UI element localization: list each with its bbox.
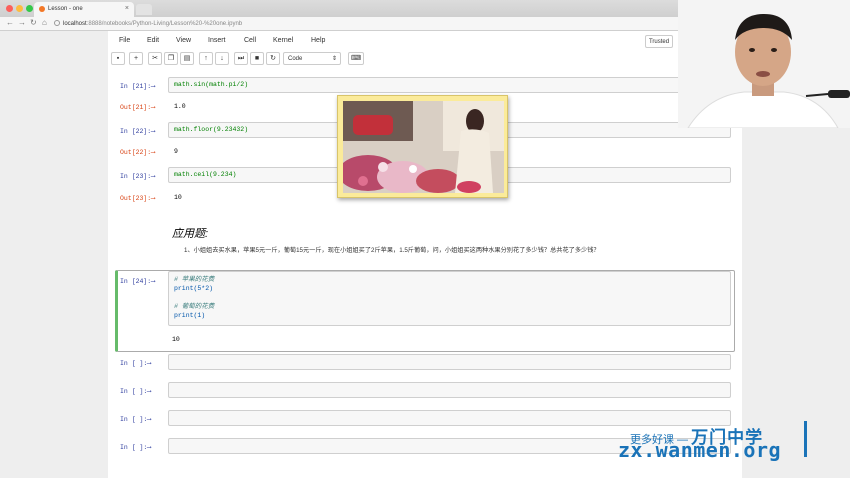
reload-icon[interactable]: ↻ [30, 18, 37, 27]
menu-help[interactable]: Help [311, 37, 325, 44]
paste-icon[interactable]: ▤ [180, 52, 194, 65]
menu-view[interactable]: View [176, 37, 191, 44]
close-window-icon[interactable] [6, 5, 13, 12]
input-prompt: In [21]:⟶ [120, 83, 156, 90]
site-info-icon[interactable] [54, 20, 60, 26]
empty-code-cell[interactable] [168, 382, 731, 398]
tab-close-icon[interactable]: × [125, 5, 129, 12]
minimize-window-icon[interactable] [16, 5, 23, 12]
watermark-url: zx.wanmen.org [618, 438, 782, 462]
run-icon[interactable]: ⏭ [234, 52, 248, 65]
interrupt-icon[interactable]: ■ [250, 52, 264, 65]
code-cell-input[interactable]: # 苹果的花费 print(5*2) # 葡萄的花费 print(1) [168, 271, 731, 326]
home-icon[interactable]: ⌂ [42, 18, 47, 27]
output-prompt: Out[21]:⟶ [120, 104, 156, 111]
watermark-bar [804, 421, 807, 457]
webcam-overlay [678, 0, 850, 128]
tab-title: Lesson - one [48, 6, 83, 12]
code-line: math.floor(9.23432) [174, 126, 249, 133]
code-line: math.ceil(9.234) [174, 171, 237, 178]
code-line: math.sin(math.pi/2) [174, 81, 249, 88]
input-prompt: In [ ]:⟶ [120, 444, 152, 451]
menu-file[interactable]: File [119, 37, 130, 44]
menu-insert[interactable]: Insert [208, 37, 226, 44]
output-prompt: Out[22]:⟶ [120, 149, 156, 156]
code-comment: # 葡萄的花费 [174, 303, 215, 310]
code-comment: # 苹果的花费 [174, 276, 215, 283]
output-prompt: Out[23]:⟶ [120, 195, 156, 202]
code-line: print(1) [174, 312, 206, 319]
cell-output: 9 [174, 148, 178, 155]
back-icon[interactable]: ← [6, 18, 14, 27]
cut-icon[interactable]: ✂ [148, 52, 162, 65]
empty-code-cell[interactable] [168, 354, 731, 370]
forward-icon[interactable]: → [18, 18, 26, 27]
presenter-illustration [678, 0, 850, 128]
copy-icon[interactable]: ❐ [164, 52, 178, 65]
url-path: :8888/notebooks/Python-Living/Lesson%20-… [86, 21, 243, 27]
input-prompt: In [ ]:⟶ [120, 416, 152, 423]
cell-output: 1.0 [174, 103, 186, 110]
select-arrows-icon: ⇕ [331, 56, 337, 62]
photo-illustration [343, 101, 504, 193]
move-down-icon[interactable]: ↓ [215, 52, 229, 65]
new-tab-button[interactable] [136, 4, 152, 15]
code-cell-input[interactable]: math.sin(math.pi/2) [168, 77, 731, 93]
image-popup[interactable] [337, 95, 508, 198]
markdown-heading: 应用题: [172, 228, 209, 240]
cell-type-value: Code [288, 56, 303, 62]
save-icon[interactable]: ▪ [111, 52, 125, 65]
menu-bar: File Edit View Insert Cell Kernel Help T… [108, 33, 742, 51]
menu-edit[interactable]: Edit [147, 37, 159, 44]
toolbar: ▪ + ✂ ❐ ▤ ↑ ↓ ⏭ ■ ↻ Code ⇕ ⌨ [108, 52, 742, 66]
woman-with-flowers-photo [343, 101, 504, 193]
input-prompt: In [22]:⟶ [120, 128, 156, 135]
input-prompt: In [ ]:⟶ [120, 360, 152, 367]
trusted-indicator[interactable]: Trusted [645, 35, 673, 48]
browser-tab[interactable]: Lesson - one × [34, 2, 134, 17]
command-palette-icon[interactable]: ⌨ [348, 52, 364, 65]
jupyter-favicon-icon [39, 6, 45, 12]
input-prompt: In [23]:⟶ [120, 173, 156, 180]
menu-kernel[interactable]: Kernel [273, 37, 293, 44]
move-up-icon[interactable]: ↑ [199, 52, 213, 65]
input-prompt: In [ ]:⟶ [120, 388, 152, 395]
restart-icon[interactable]: ↻ [266, 52, 280, 65]
input-prompt: In [24]:⟶ [120, 278, 156, 285]
menu-cell[interactable]: Cell [244, 37, 256, 44]
markdown-paragraph: 1、小姐姐去买水果，苹果5元一斤，葡萄15元一斤，现在小姐姐买了2斤苹果，1.5… [184, 247, 600, 254]
zoom-window-icon[interactable] [26, 5, 33, 12]
cell-output: 10 [172, 336, 180, 343]
cell-output: 10 [174, 194, 182, 201]
url-host: localhost [63, 21, 87, 27]
code-line: print(5*2) [174, 285, 214, 292]
add-cell-icon[interactable]: + [129, 52, 143, 65]
url-input[interactable]: localhost:8888/notebooks/Python-Living/L… [54, 19, 654, 29]
cell-type-select[interactable]: Code ⇕ [283, 52, 341, 65]
